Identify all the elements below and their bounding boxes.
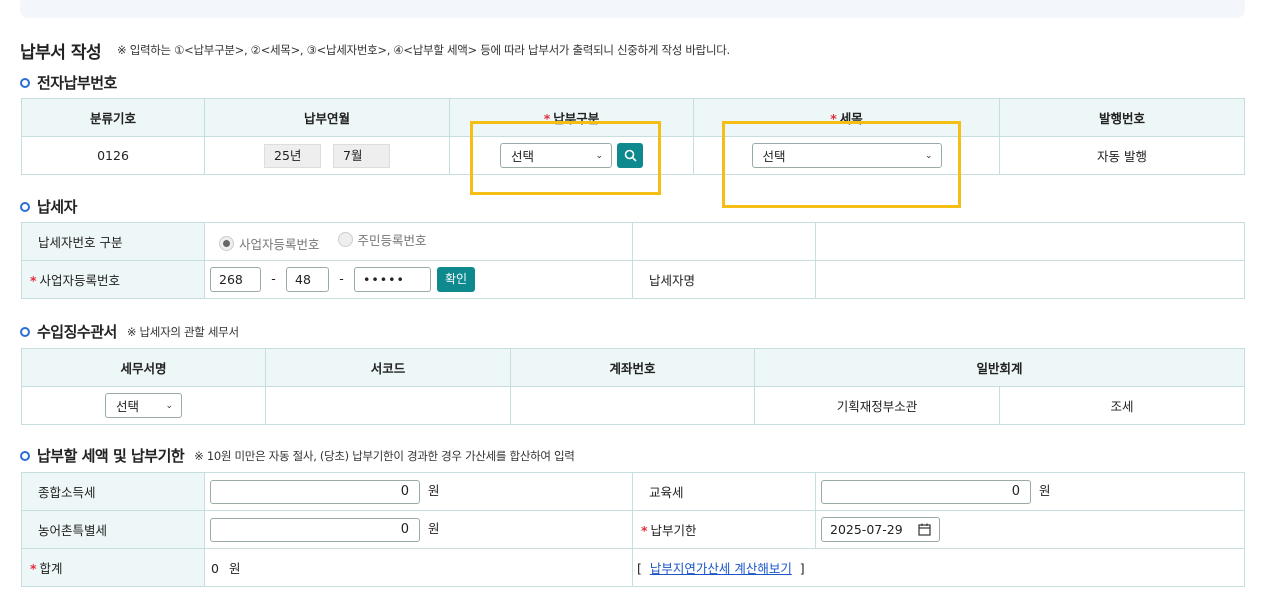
total-value: 0 [211, 561, 219, 576]
header-account-number: 계좌번호 [510, 348, 755, 387]
section-office-header: 수입징수관서 ※ 납세자의 관할 세무서 [20, 321, 239, 342]
account-number-value [510, 386, 755, 425]
taxpayer-table: 납세자번호 구분 사업자등록번호 주민등록번호 * 사업자등록번호 268-48-… [21, 222, 1245, 299]
rural-tax-label: 농어촌특별세 [21, 510, 205, 549]
confirm-button[interactable]: 확인 [437, 267, 476, 292]
circle-bullet-icon [20, 201, 30, 212]
rural-tax-input[interactable]: 0 [210, 517, 420, 542]
circle-bullet-icon [20, 450, 30, 461]
empty-cell [815, 222, 1245, 261]
top-panel [20, 0, 1245, 18]
brn-field-1[interactable]: 268 [210, 267, 261, 292]
taxpayer-name-value [815, 260, 1245, 299]
header-office-code: 서코드 [265, 348, 511, 387]
issue-number-value: 자동 발행 [999, 136, 1245, 175]
office-table: 세무서명 서코드 계좌번호 일반회계 선택 ⌄ 기획재정부소관 조세 [21, 348, 1246, 425]
education-tax-cell: 0원 [815, 472, 1245, 511]
chevron-down-icon: ⌄ [165, 400, 173, 411]
education-tax-label: 교육세 [632, 472, 816, 511]
page-title: 납부서 작성 [20, 43, 102, 63]
section-amount-header: 납부할 세액 및 납부기한 ※ 10원 미만은 자동 절사, (당초) 납부기한… [20, 445, 575, 466]
highlight-box-payment-type [470, 121, 661, 195]
section-title: 납세자 [37, 198, 77, 216]
rural-tax-cell: 0원 [204, 510, 633, 549]
highlight-box-tax-item [722, 121, 961, 208]
office-name-cell: 선택 ⌄ [21, 386, 266, 425]
page-note: ※ 입력하는 ①<납부구분>, ②<세목>, ③<납세자번호>, ④<납부할 세… [117, 43, 730, 57]
month-field: 7월 [333, 143, 390, 168]
brn-cell: 268-48- ••••• 확인 [204, 260, 633, 299]
header-office-name: 세무서명 [21, 348, 266, 387]
brn-label: * 사업자등록번호 [21, 260, 205, 299]
education-tax-input[interactable]: 0 [821, 479, 1031, 504]
total-label: * 합계 [21, 548, 205, 587]
empty-cell [632, 222, 816, 261]
taxpayer-name-label: 납세자명 [632, 260, 816, 299]
id-type-cell: 사업자등록번호 주민등록번호 [204, 222, 633, 261]
header-general-account: 일반회계 [753, 348, 1246, 387]
header-year-month: 납부연월 [204, 98, 450, 137]
section-taxpayer-header: 납세자 [20, 196, 77, 217]
section-title: 수입징수관서 [37, 323, 117, 341]
section-note: ※ 10원 미만은 자동 절사, (당초) 납부기한이 경과한 경우 가산세를 … [194, 448, 575, 463]
late-penalty-cell: [ 납부지연가산세 계산해보기 ] [632, 548, 1245, 587]
section-payment-number-header: 전자납부번호 [20, 72, 117, 93]
office-select[interactable]: 선택 ⌄ [105, 393, 182, 418]
income-tax-label: 종합소득세 [21, 472, 205, 511]
brn-field-2[interactable]: 48 [286, 267, 329, 292]
total-cell: 0원 [204, 548, 633, 587]
office-code-value [265, 386, 511, 425]
radio-business[interactable]: 사업자등록번호 [219, 234, 320, 253]
circle-bullet-icon [20, 77, 30, 88]
circle-bullet-icon [20, 326, 30, 337]
year-month-cell: 25년 7월 [204, 136, 450, 175]
ministry-value: 기획재정부소관 [754, 386, 1000, 425]
due-date-cell: 2025-07-29 [815, 510, 1245, 549]
section-title: 납부할 세액 및 납부기한 [37, 447, 185, 465]
year-field: 25년 [264, 143, 321, 168]
tax-category-value: 조세 [998, 386, 1246, 425]
due-date-label: * 납부기한 [632, 510, 816, 549]
income-tax-input[interactable]: 0 [210, 479, 420, 504]
amount-table: 종합소득세 0원 교육세 0원 농어촌특별세 0원 * 납부기한 2025-07-… [21, 472, 1245, 587]
section-title: 전자납부번호 [37, 74, 117, 92]
header-issue-number: 발행번호 [999, 98, 1245, 137]
id-type-label: 납세자번호 구분 [21, 222, 205, 261]
brn-field-3[interactable]: ••••• [354, 267, 431, 292]
radio-icon [219, 236, 234, 251]
late-penalty-link[interactable]: 납부지연가산세 계산해보기 [650, 561, 792, 576]
section-note: ※ 납세자의 관할 세무서 [126, 324, 239, 339]
class-code-value: 0126 [21, 136, 205, 175]
radio-resident[interactable]: 주민등록번호 [337, 230, 427, 249]
income-tax-cell: 0원 [204, 472, 633, 511]
calendar-icon[interactable] [918, 523, 931, 536]
due-date-input[interactable]: 2025-07-29 [821, 517, 940, 542]
radio-icon [337, 232, 353, 247]
header-class-code: 분류기호 [21, 98, 205, 137]
